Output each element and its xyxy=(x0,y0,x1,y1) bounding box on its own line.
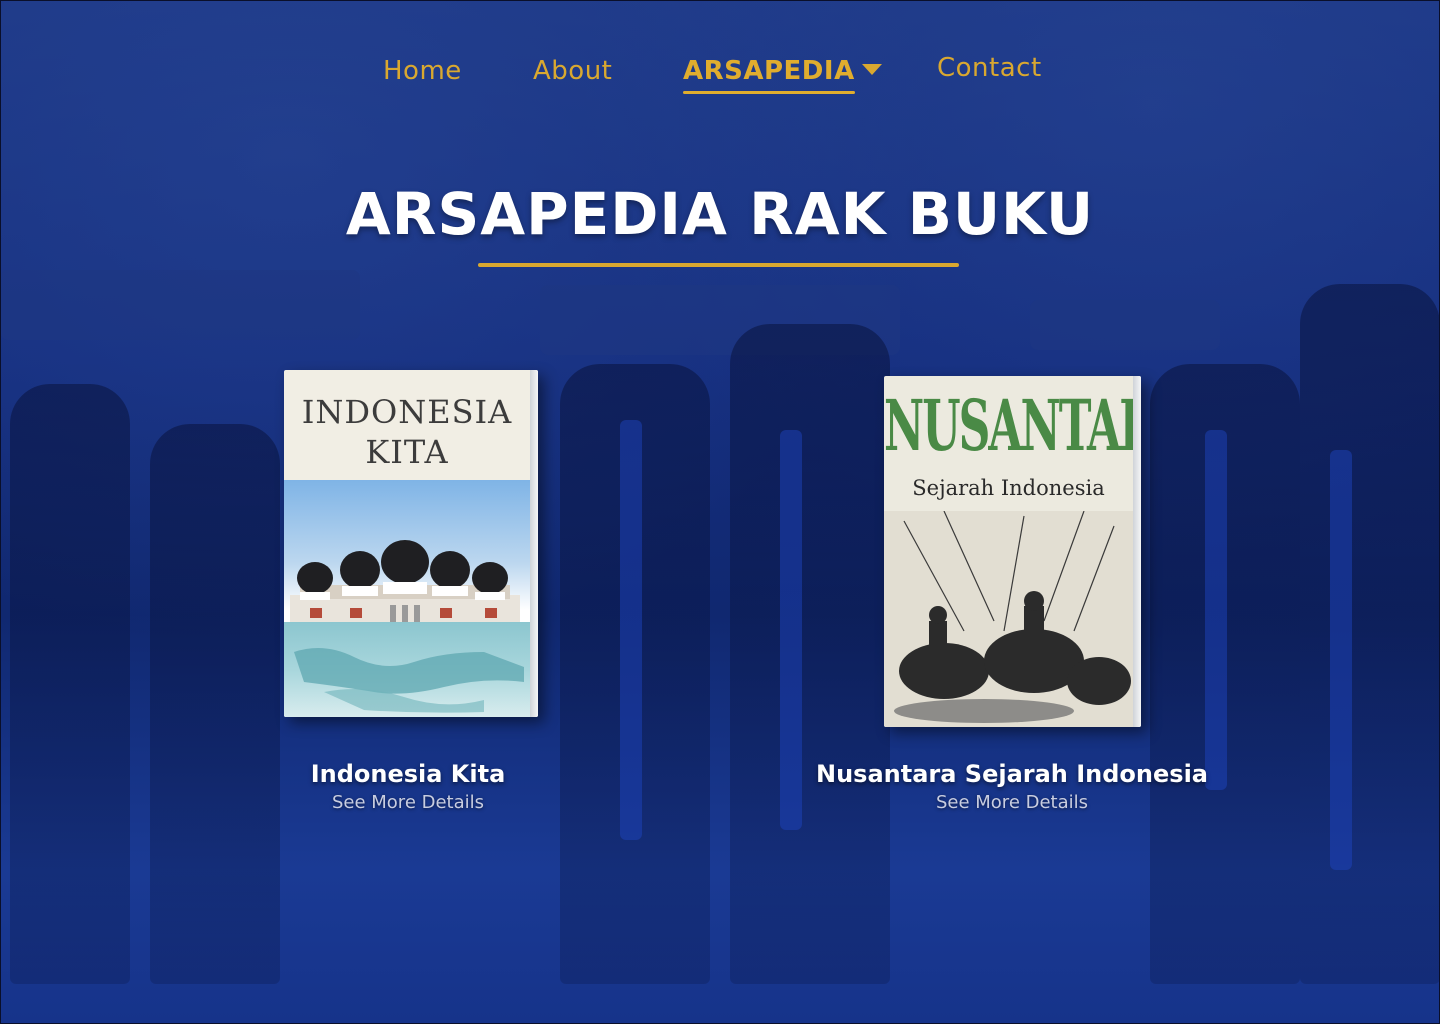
page-frame xyxy=(0,0,1440,1024)
